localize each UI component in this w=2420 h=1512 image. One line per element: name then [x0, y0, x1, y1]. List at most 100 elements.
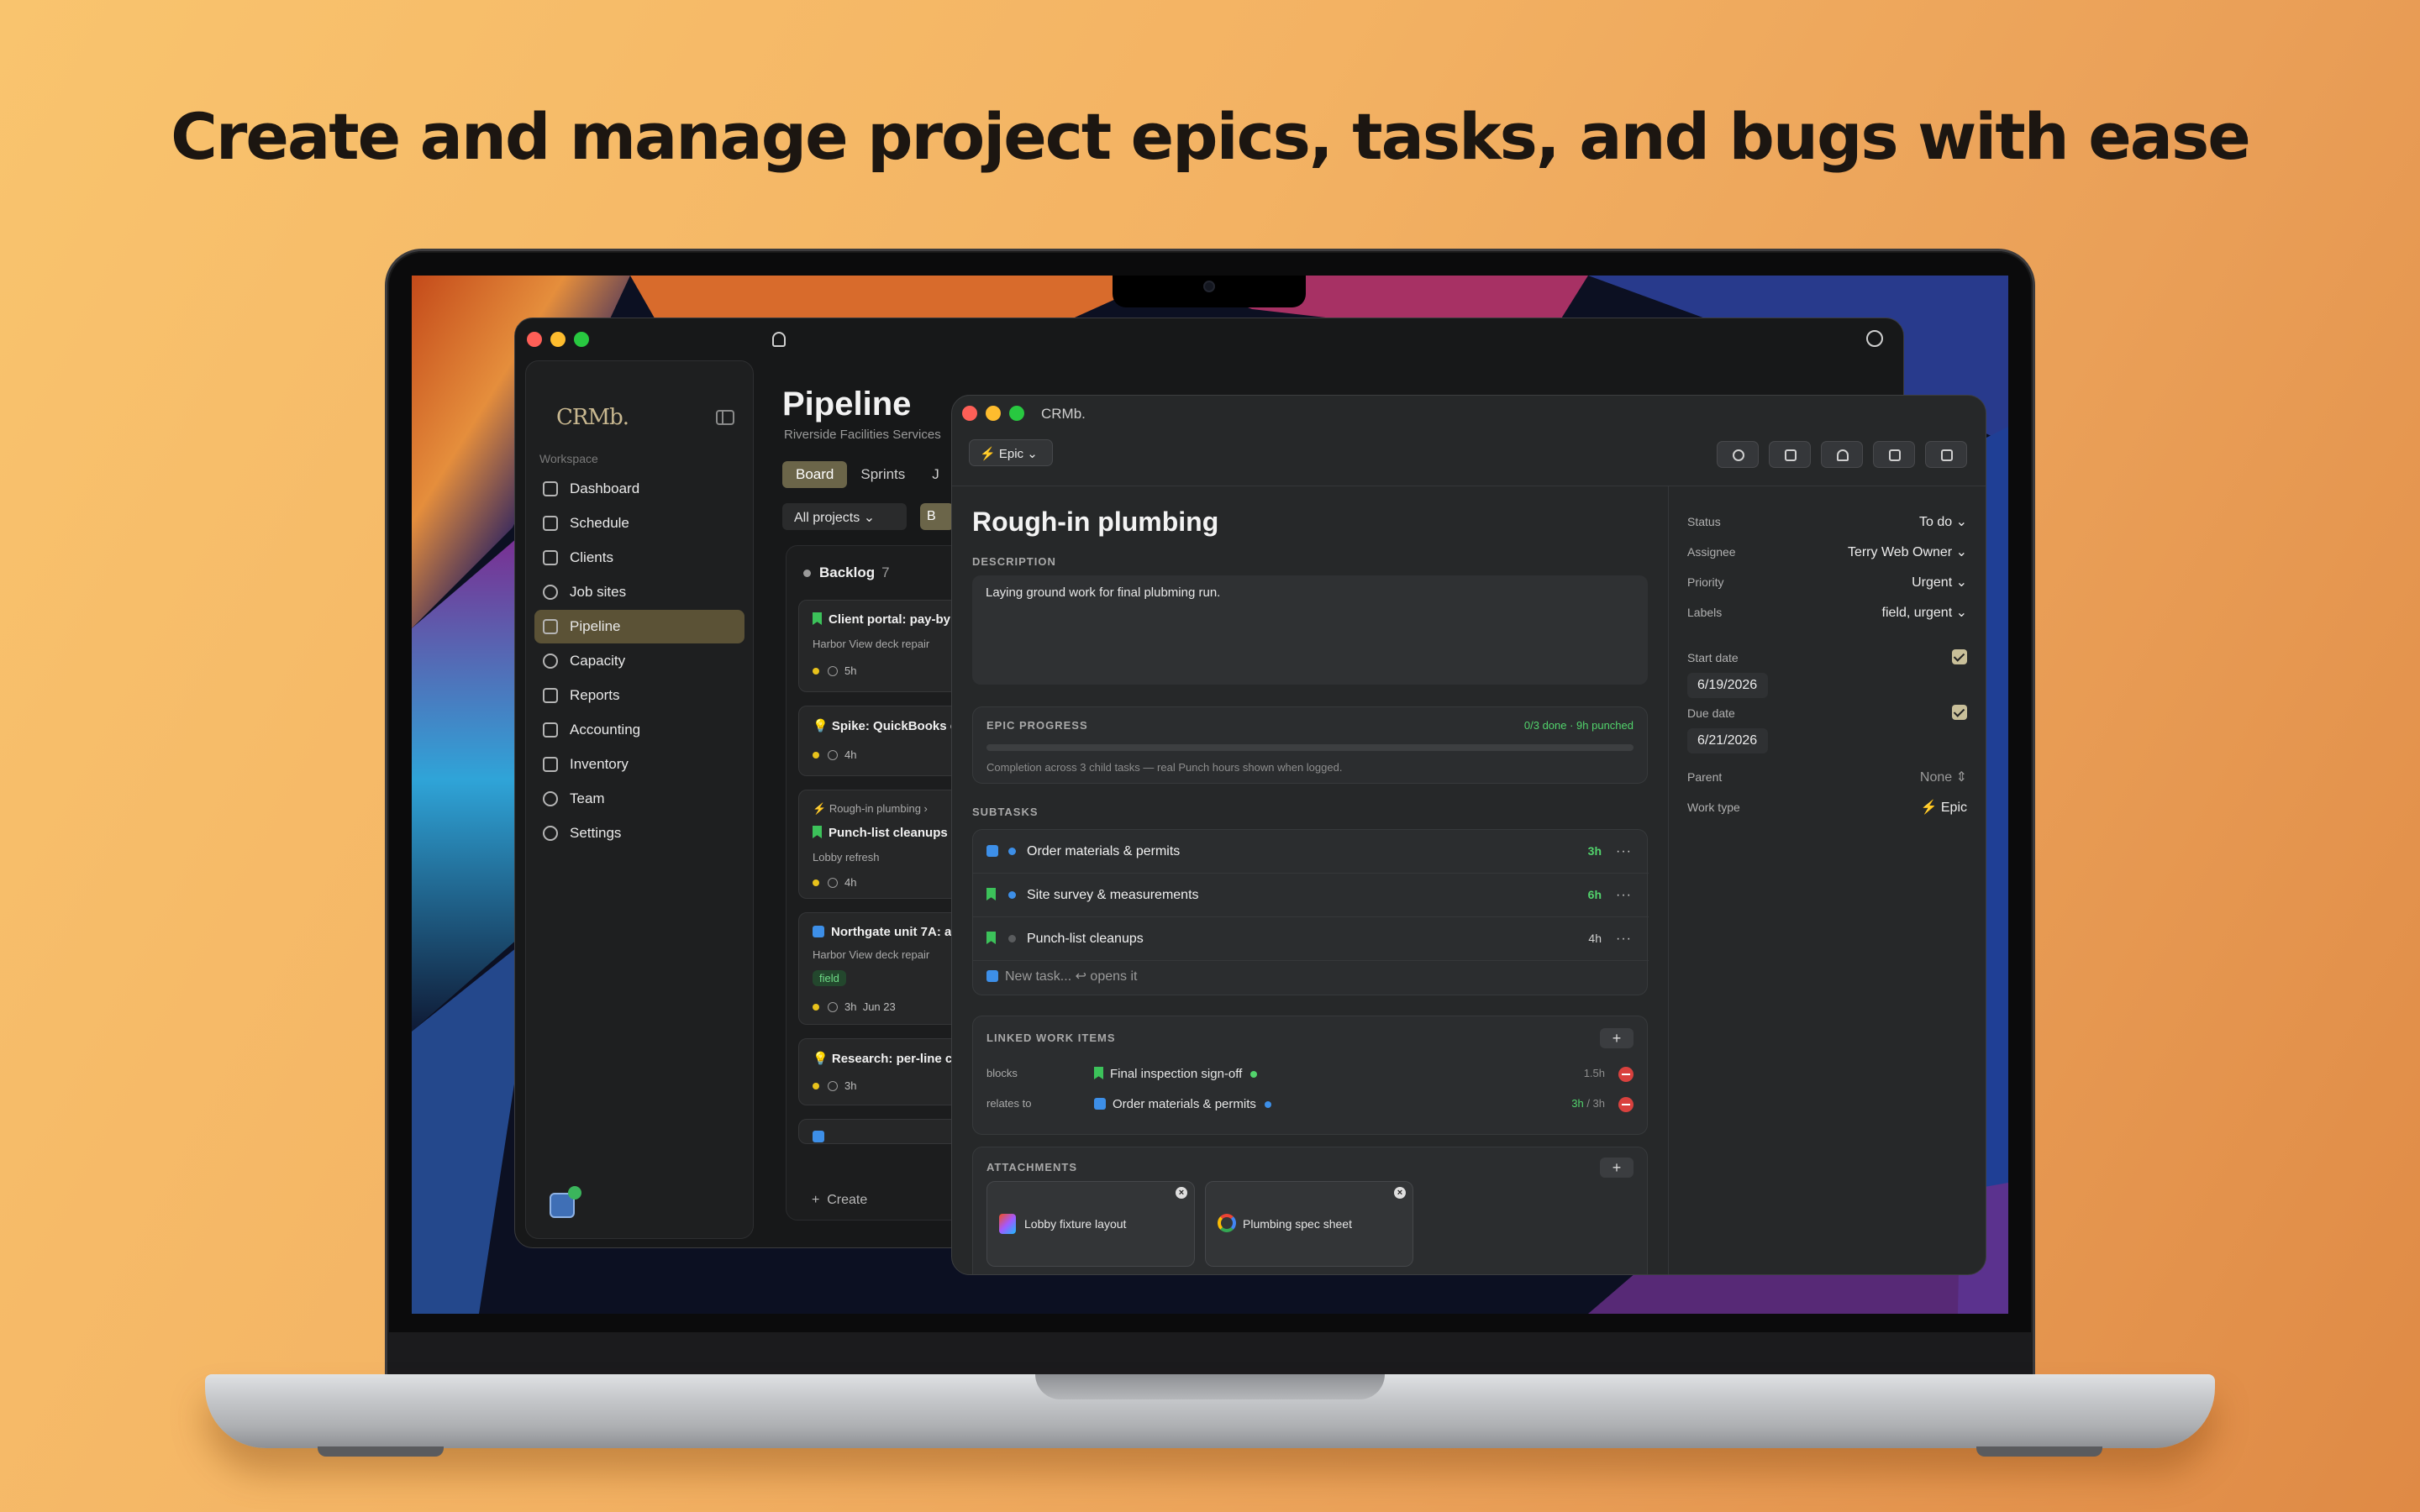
calendar-gear-icon	[1785, 449, 1797, 461]
remove-link-icon[interactable]	[1618, 1067, 1634, 1083]
linked-row[interactable]: blocks Final inspection sign-off 1.5h	[986, 1067, 1634, 1087]
subtasks-label: SUBTASKS	[972, 806, 1039, 818]
people-icon	[543, 791, 558, 806]
task-card[interactable]	[798, 1119, 975, 1144]
zoom-dot[interactable]	[1009, 406, 1024, 421]
add-attachment-button[interactable]: +	[1600, 1158, 1634, 1178]
sidebar-item-team[interactable]: Team	[534, 782, 744, 816]
assignee-dropdown[interactable]: Terry Web Owner ⌄	[1848, 543, 1967, 560]
subtask-row[interactable]: Order materials & permits 3h ···	[973, 830, 1649, 874]
task-card[interactable]: ⚡ Rough-in plumbing › Punch-list cleanup…	[798, 790, 975, 899]
status-dot	[1008, 848, 1016, 855]
sidebar-toggle-icon[interactable]	[716, 410, 734, 425]
sidebar-item-reports[interactable]: Reports	[534, 679, 744, 712]
subtask-hours: 3h	[1587, 844, 1602, 858]
window-title: CRMb.	[1041, 406, 1086, 422]
plus-icon: +	[812, 1193, 820, 1207]
task-card[interactable]: 💡 Spike: QuickBooks e 4h	[798, 706, 975, 776]
duplicate-icon	[1889, 449, 1901, 461]
subtask-name: Site survey & measurements	[1027, 888, 1199, 902]
description-field[interactable]: Laying ground work for final plubming ru…	[972, 575, 1648, 685]
sidebar-item-dashboard[interactable]: Dashboard	[534, 472, 744, 506]
project-filter[interactable]: All projects ⌄	[782, 503, 907, 530]
sidebar-item-clients[interactable]: Clients	[534, 541, 744, 575]
linked-hours: 1.5h	[1583, 1067, 1605, 1079]
add-link-button[interactable]: +	[1600, 1028, 1634, 1048]
sidebar-item-inventory[interactable]: Inventory	[534, 748, 744, 781]
parent-dropdown[interactable]: None ⇕	[1920, 769, 1967, 785]
status-dropdown[interactable]: To do ⌄	[1919, 513, 1967, 530]
work-type-value[interactable]: ⚡ Epic	[1921, 799, 1968, 816]
laptop-foot	[318, 1446, 444, 1457]
subtasks-panel: Order materials & permits 3h ··· Site su…	[972, 829, 1649, 995]
detail-toolbar: CRMb. ⚡ Epic ⌄	[952, 396, 1986, 486]
minimize-dot[interactable]	[986, 406, 1001, 421]
new-task-input[interactable]: New task... ↩ opens it	[986, 968, 1137, 984]
subtask-hours: 4h	[1588, 932, 1602, 945]
progress-bar	[986, 744, 1634, 751]
task-card[interactable]: Northgate unit 7A: a Harbor View deck re…	[798, 912, 975, 1025]
tab-board[interactable]: Board	[782, 461, 848, 488]
google-icon	[1218, 1214, 1236, 1232]
create-button[interactable]: + Create	[812, 1193, 867, 1208]
sidebar-item-capacity[interactable]: Capacity	[534, 644, 744, 678]
attachment-card[interactable]: × Plumbing spec sheet	[1205, 1181, 1413, 1267]
minimize-dot[interactable]	[550, 332, 566, 347]
epic-bolt-icon: ⚡	[1920, 801, 1938, 815]
linked-items-panel: LINKED WORK ITEMS + blocks Final inspect…	[972, 1016, 1648, 1135]
due-date-checkbox[interactable]	[1952, 705, 1967, 720]
start-date-field[interactable]: 6/19/2026	[1687, 673, 1768, 698]
app-status-icon[interactable]	[550, 1186, 581, 1218]
sidebar-item-pipeline[interactable]: Pipeline	[534, 610, 744, 643]
assignee-value: Terry Web Owner	[1847, 545, 1953, 559]
sidebar-item-accounting[interactable]: Accounting	[534, 713, 744, 747]
close-dot[interactable]	[527, 332, 542, 347]
bell-icon[interactable]	[772, 332, 786, 347]
card-date: Jun 23	[862, 1000, 896, 1013]
linked-row[interactable]: relates to Order materials & permits 3h …	[986, 1097, 1634, 1117]
subtask-row[interactable]: Site survey & measurements 6h ···	[973, 874, 1649, 917]
sidebar-item-job-sites[interactable]: Job sites	[534, 575, 744, 609]
clock-icon	[828, 1081, 838, 1091]
duplicate-button[interactable]	[1873, 441, 1915, 468]
more-icon[interactable]: ···	[1616, 932, 1632, 947]
priority-dropdown[interactable]: Urgent ⌄	[1912, 574, 1967, 591]
tab-sprints[interactable]: Sprints	[847, 461, 918, 488]
epic-title[interactable]: Rough-in plumbing	[972, 507, 1218, 538]
task-card[interactable]: 💡 Research: per-line c 3h	[798, 1038, 975, 1105]
close-icon[interactable]: ×	[1176, 1187, 1187, 1199]
status-dot	[1008, 891, 1016, 899]
subtask-row[interactable]: Punch-list cleanups 4h ···	[973, 917, 1649, 961]
close-dot[interactable]	[962, 406, 977, 421]
filter-button-2[interactable]: B	[920, 503, 954, 530]
card-title: Punch-list cleanups	[829, 826, 948, 840]
start-date-checkbox[interactable]	[1952, 649, 1967, 664]
notify-button[interactable]	[1821, 441, 1863, 468]
more-icon[interactable]: ···	[1616, 844, 1632, 859]
card-hours: 5h	[844, 664, 857, 677]
schedule-button[interactable]	[1769, 441, 1811, 468]
card-title: Northgate unit 7A: a	[831, 925, 952, 939]
linked-hours-done: 3h	[1571, 1097, 1584, 1110]
task-check-icon[interactable]	[986, 845, 998, 857]
profile-icon[interactable]	[1866, 330, 1883, 347]
work-type-dropdown[interactable]: ⚡ Epic ⌄	[969, 439, 1053, 466]
sidebar-item-schedule[interactable]: Schedule	[534, 507, 744, 540]
due-date-field[interactable]: 6/21/2026	[1687, 728, 1768, 753]
remove-link-icon[interactable]	[1618, 1097, 1634, 1113]
delete-button[interactable]	[1925, 441, 1967, 468]
grid-icon	[543, 481, 558, 496]
labels-dropdown[interactable]: field, urgent ⌄	[1882, 604, 1967, 621]
epic-bolt-icon: ⚡	[813, 802, 827, 815]
more-icon[interactable]: ···	[1616, 888, 1632, 903]
sidebar-item-settings[interactable]: Settings	[534, 816, 744, 850]
work-type-label: Work type	[1687, 801, 1740, 814]
task-card[interactable]: Client portal: pay-by Harbor View deck r…	[798, 600, 975, 692]
detail-main: Rough-in plumbing DESCRIPTION Laying gro…	[952, 486, 1668, 1274]
tab-other[interactable]: J	[918, 461, 953, 488]
card-project: Lobby refresh	[813, 851, 880, 864]
close-icon[interactable]: ×	[1394, 1187, 1406, 1199]
attachment-card[interactable]: × Lobby fixture layout	[986, 1181, 1195, 1267]
copy-link-button[interactable]	[1717, 441, 1759, 468]
zoom-dot[interactable]	[574, 332, 589, 347]
